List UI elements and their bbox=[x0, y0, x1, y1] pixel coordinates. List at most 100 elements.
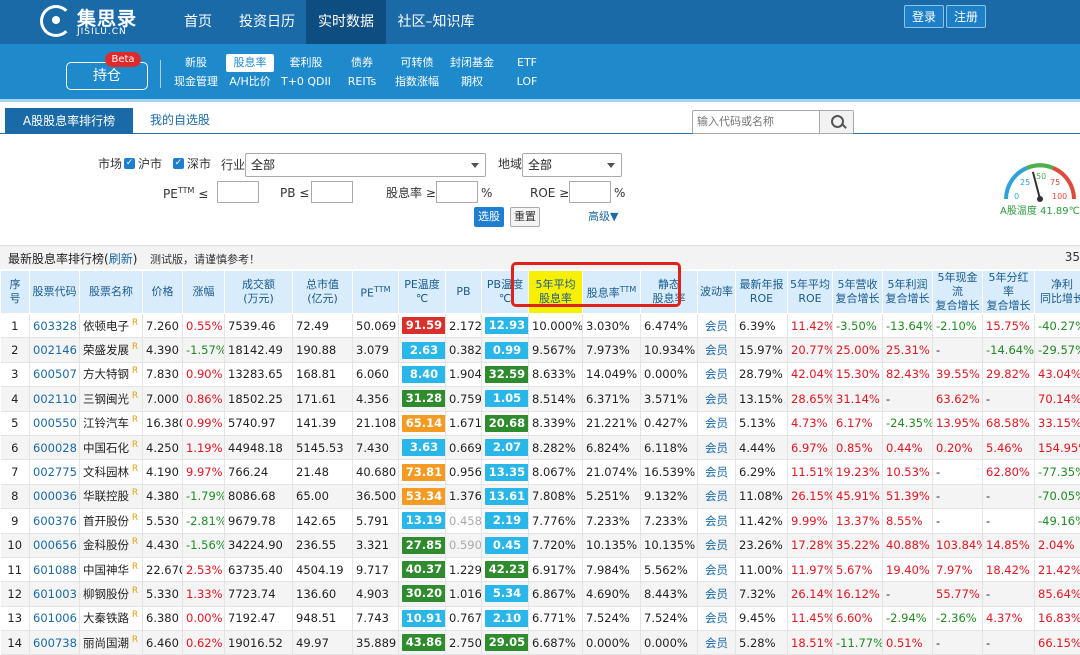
register-button[interactable]: 注册 bbox=[946, 5, 986, 28]
table-row[interactable]: 4 002110 三钢闽光 R 7.000 0.86% 18502.25 171.61 4.3… bbox=[0, 386, 1080, 412]
table-row[interactable]: 6 600028 中国石化 R 4.250 1.19% 44948.18 5145.53 7.… bbox=[0, 435, 1080, 461]
industry-select[interactable]: 全部 bbox=[245, 153, 486, 177]
r-icon[interactable]: R bbox=[129, 562, 138, 572]
cell-2[interactable]: 华联控股 R bbox=[79, 484, 143, 510]
subnav-item-1-6[interactable]: LOF bbox=[499, 73, 555, 91]
col-header-20[interactable]: 5年分红率 复合增长 bbox=[982, 270, 1035, 314]
login-button[interactable]: 登录 bbox=[904, 5, 944, 28]
r-icon[interactable]: R bbox=[129, 318, 138, 328]
subnav-item-0-1[interactable]: 股息率 bbox=[226, 54, 274, 72]
table-row[interactable]: 11 601088 中国神华 R 22.670 2.53% 63735.40 4504.19… bbox=[0, 557, 1080, 583]
r-icon[interactable]: R bbox=[129, 611, 138, 621]
col-header-15[interactable]: 最新年报 ROE bbox=[735, 270, 788, 314]
cell-1[interactable]: 002775 bbox=[29, 459, 80, 485]
cell-2[interactable]: 中国神华 R bbox=[79, 557, 143, 583]
nav-item-0[interactable]: 首页 bbox=[168, 0, 228, 44]
col-header-0[interactable]: 序号 bbox=[0, 270, 30, 314]
col-header-14[interactable]: 波动率 bbox=[697, 270, 736, 314]
cell-14[interactable]: 会员 bbox=[697, 508, 736, 534]
cell-1[interactable]: 000550 bbox=[29, 411, 80, 436]
cell-14[interactable]: 会员 bbox=[697, 557, 736, 583]
cell-2[interactable]: 三钢闽光 R bbox=[79, 386, 143, 412]
table-row[interactable]: 7 002775 文科园林 R 4.190 9.97% 766.24 21.48 40.680… bbox=[0, 459, 1080, 485]
col-header-5[interactable]: 成交额 (万元) bbox=[224, 270, 293, 314]
table-row[interactable]: 2 002146 荣盛发展 R 4.390 -1.57% 18142.49 190.88 3.… bbox=[0, 337, 1080, 363]
cell-1[interactable]: 000036 bbox=[29, 484, 80, 510]
table-row[interactable]: 1 603328 依顿电子 R 7.260 0.55% 7539.46 72.49 50.06… bbox=[0, 313, 1080, 339]
col-header-17[interactable]: 5年营收 复合增长 bbox=[832, 270, 883, 314]
cell-14[interactable]: 会员 bbox=[697, 630, 736, 655]
r-icon[interactable]: R bbox=[129, 440, 138, 450]
r-icon[interactable]: R bbox=[129, 415, 138, 425]
tab-dividend-rank[interactable]: A股股息率排行榜 bbox=[5, 108, 133, 134]
cell-14[interactable]: 会员 bbox=[697, 386, 736, 412]
col-header-4[interactable]: 涨幅 bbox=[182, 270, 225, 314]
cell-1[interactable]: 600738 bbox=[29, 630, 80, 655]
r-icon[interactable]: R bbox=[129, 586, 138, 596]
region-select[interactable]: 全部 bbox=[522, 153, 622, 177]
nav-item-2[interactable]: 实时数据 bbox=[306, 0, 386, 44]
col-header-6[interactable]: 总市值 (亿元) bbox=[292, 270, 353, 314]
cell-14[interactable]: 会员 bbox=[697, 362, 736, 388]
col-header-3[interactable]: 价格 bbox=[142, 270, 183, 314]
table-row[interactable]: 8 000036 华联控股 R 4.380 -1.79% 8086.68 65.00 36.5… bbox=[0, 484, 1080, 510]
r-icon[interactable]: R bbox=[129, 489, 138, 499]
cell-1[interactable]: 601088 bbox=[29, 557, 80, 583]
table-row[interactable]: 9 600376 首开股份 R 5.530 -2.81% 9679.78 142.65 5.7… bbox=[0, 508, 1080, 534]
advanced-toggle[interactable]: 高级▼ bbox=[588, 208, 618, 224]
pb-input[interactable] bbox=[311, 181, 353, 203]
cell-1[interactable]: 601003 bbox=[29, 581, 80, 607]
cell-14[interactable]: 会员 bbox=[697, 484, 736, 510]
subnav-item-0-0[interactable]: 新股 bbox=[168, 54, 224, 72]
select-button[interactable]: 选股 bbox=[474, 207, 504, 227]
cell-1[interactable]: 600028 bbox=[29, 435, 80, 461]
subnav-item-0-2[interactable]: 套利股 bbox=[278, 54, 334, 72]
r-icon[interactable]: R bbox=[129, 367, 138, 377]
cell-2[interactable]: 江铃汽车 R bbox=[79, 411, 143, 436]
col-header-18[interactable]: 5年利润 复合增长 bbox=[882, 270, 933, 314]
col-header-7[interactable]: PETTM bbox=[352, 270, 399, 314]
cell-2[interactable]: 首开股份 R bbox=[79, 508, 143, 534]
r-icon[interactable]: R bbox=[129, 537, 138, 547]
col-header-19[interactable]: 5年现金流 复合增长 bbox=[932, 270, 983, 314]
table-row[interactable]: 5 000550 江铃汽车 R 16.380 0.99% 5740.97 141.39 21.… bbox=[0, 411, 1080, 436]
subnav-item-0-4[interactable]: 可转债 bbox=[389, 54, 445, 72]
cell-1[interactable]: 002110 bbox=[29, 386, 80, 412]
table-row[interactable]: 14 600738 丽尚国潮 R 6.460 0.62% 19016.52 49.97 35.… bbox=[0, 630, 1080, 655]
cell-2[interactable]: 文科园林 R bbox=[79, 459, 143, 485]
r-icon[interactable]: R bbox=[129, 513, 138, 523]
subnav-item-1-4[interactable]: 指数涨幅 bbox=[389, 73, 445, 91]
reset-button[interactable]: 重置 bbox=[510, 207, 540, 227]
subnav-item-1-1[interactable]: A/H比价 bbox=[222, 73, 278, 91]
nav-item-3[interactable]: 社区–知识库 bbox=[386, 0, 486, 44]
cell-1[interactable]: 603328 bbox=[29, 313, 80, 339]
subnav-item-1-2[interactable]: T+0 QDII bbox=[278, 73, 334, 91]
col-header-13[interactable]: 静态 股息率 bbox=[640, 270, 698, 314]
table-row[interactable]: 12 601003 柳钢股份 R 5.330 1.33% 7723.74 136.60 4.9… bbox=[0, 581, 1080, 607]
cell-1[interactable]: 600376 bbox=[29, 508, 80, 534]
pe-input[interactable] bbox=[217, 181, 259, 203]
cell-14[interactable]: 会员 bbox=[697, 581, 736, 607]
sh-checkbox[interactable]: ✓ bbox=[124, 158, 135, 169]
col-header-2[interactable]: 股票名称 bbox=[79, 270, 143, 314]
cell-14[interactable]: 会员 bbox=[697, 606, 736, 632]
search-input[interactable] bbox=[697, 113, 817, 131]
r-icon[interactable]: R bbox=[129, 342, 138, 352]
cell-14[interactable]: 会员 bbox=[697, 411, 736, 436]
sz-checkbox[interactable]: ✓ bbox=[173, 158, 184, 169]
roe-input[interactable] bbox=[569, 181, 611, 203]
r-icon[interactable]: R bbox=[129, 464, 138, 474]
refresh-link[interactable]: 刷新 bbox=[109, 252, 133, 266]
r-icon[interactable]: R bbox=[129, 635, 138, 645]
col-header-10[interactable]: PB温度 ℃ bbox=[481, 270, 529, 314]
col-header-11[interactable]: 5年平均 股息率 bbox=[528, 270, 583, 314]
tab-my-watchlist[interactable]: 我的自选股 bbox=[150, 108, 210, 134]
col-header-9[interactable]: PB bbox=[445, 270, 482, 314]
cell-2[interactable]: 依顿电子 R bbox=[79, 313, 143, 339]
cell-2[interactable]: 柳钢股份 R bbox=[79, 581, 143, 607]
cell-1[interactable]: 002146 bbox=[29, 337, 80, 363]
col-header-8[interactable]: PE温度 ℃ bbox=[398, 270, 446, 314]
subnav-item-1-3[interactable]: REITs bbox=[334, 73, 390, 91]
subnav-item-1-5[interactable]: 期权 bbox=[444, 73, 500, 91]
cell-14[interactable]: 会员 bbox=[697, 459, 736, 485]
